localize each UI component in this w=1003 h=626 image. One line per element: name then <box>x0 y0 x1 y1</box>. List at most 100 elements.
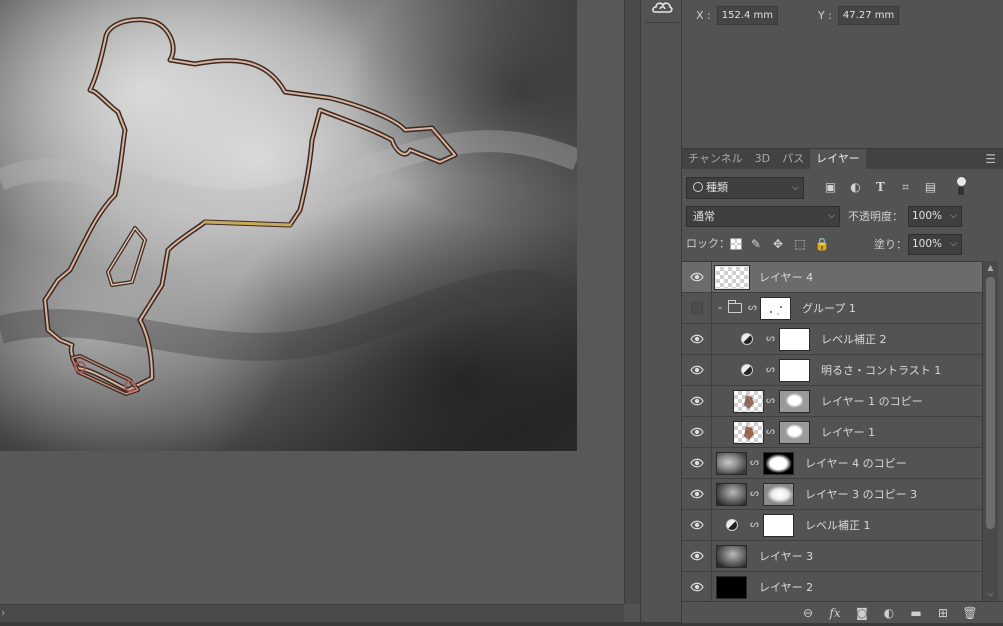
layer-row-levels-2[interactable]: ᔕ レベル補正 2 <box>682 324 982 355</box>
layer-row-layer-3-copy-3[interactable]: ᔕ レイヤー 3 のコピー 3 <box>682 479 982 510</box>
layers-scrollbar[interactable]: ▲ ⌵ <box>982 261 998 601</box>
add-mask-icon[interactable]: ◙ <box>853 605 871 621</box>
layer-row-group-1[interactable]: ⌄ ᔕ グループ 1 <box>682 293 982 324</box>
y-field[interactable]: 47.27 mm <box>837 6 900 25</box>
filter-toggle[interactable] <box>956 177 966 195</box>
row-divider <box>711 262 712 293</box>
scroll-down-icon[interactable]: ⌵ <box>985 589 996 599</box>
eye-icon[interactable] <box>690 271 704 283</box>
tab-paths[interactable]: パス <box>776 149 810 169</box>
eye-icon[interactable] <box>690 488 704 500</box>
eye-icon[interactable] <box>690 457 704 469</box>
layer-row-layer-4[interactable]: レイヤー 4 <box>682 262 982 293</box>
eye-icon[interactable] <box>690 333 704 345</box>
mask-thumbnail <box>779 421 810 444</box>
scroll-up-icon[interactable]: ▲ <box>985 263 996 273</box>
layers-panel: チャンネル 3D パス レイヤー ☰ 種類 ⌵ ▣ ◐ T ⌗ ▤ 通常 ⌵ 不… <box>682 148 1003 623</box>
fill-field[interactable]: 100% ⌵ <box>908 234 962 255</box>
layer-row-layer-4-copy[interactable]: ᔕ レイヤー 4 のコピー <box>682 448 982 479</box>
adjustment-filter-icon[interactable]: ◐ <box>847 179 864 196</box>
layer-name: レイヤー 4 <box>759 271 814 284</box>
layer-row-layer-1-copy[interactable]: ᔕ レイヤー 1 のコピー <box>682 386 982 417</box>
tab-channels[interactable]: チャンネル <box>682 149 749 169</box>
chevron-down-icon: ⌵ <box>950 239 957 249</box>
layers-footer: ⊖ fx ◙ ◐ ▬ ⊞ 🗑 <box>682 601 1003 623</box>
row-divider <box>711 324 712 355</box>
lock-icons: ✎ ✥ ⬚ 🔒 <box>730 236 830 252</box>
layer-thumbnail <box>714 265 750 290</box>
fill-value: 100% <box>912 238 943 250</box>
filter-kind-select[interactable]: 種類 ⌵ <box>686 177 804 199</box>
lock-transparency-icon[interactable] <box>730 238 742 250</box>
new-group-icon[interactable]: ▬ <box>907 605 925 621</box>
layer-name: レベル補正 2 <box>821 333 887 346</box>
row-divider <box>711 293 712 324</box>
layer-row-layer-3[interactable]: レイヤー 3 <box>682 541 982 572</box>
layer-row-brightness-contrast-1[interactable]: ᔕ 明るさ・コントラスト 1 <box>682 355 982 386</box>
eye-icon[interactable] <box>690 426 704 438</box>
chevron-down-icon[interactable]: ⌄ <box>715 301 725 313</box>
lock-position-icon[interactable]: ✥ <box>770 236 786 252</box>
adjustment-layer-icon <box>741 333 753 345</box>
document-canvas[interactable] <box>0 0 624 604</box>
layer-thumbnail <box>716 576 747 599</box>
footer-icons: ⊖ fx ◙ ◐ ▬ ⊞ 🗑 <box>799 605 979 621</box>
eye-icon[interactable] <box>690 519 704 531</box>
eye-icon[interactable] <box>690 581 704 593</box>
blend-mode-value: 通常 <box>693 210 715 223</box>
layer-name: レイヤー 3 <box>759 550 814 563</box>
canvas-horizontal-scrollbar[interactable]: › <box>0 604 624 622</box>
fx-icon[interactable]: fx <box>826 605 844 621</box>
filter-toggle-knob-icon <box>956 177 966 186</box>
tab-3d[interactable]: 3D <box>749 149 776 169</box>
opacity-label: 不透明度： <box>848 210 903 223</box>
x-field[interactable]: 152.4 mm <box>716 6 779 25</box>
artwork-svg <box>0 0 577 451</box>
lock-artboard-icon[interactable]: ⬚ <box>792 236 808 252</box>
scroll-left-icon[interactable]: › <box>1 606 5 619</box>
new-adjustment-icon[interactable]: ◐ <box>880 605 898 621</box>
link-chain-icon: ᔕ <box>766 364 775 375</box>
row-divider <box>711 510 712 541</box>
eye-icon[interactable] <box>690 395 704 407</box>
layers-list: レイヤー 4 ⌄ ᔕ グループ 1 ᔕ レベル補正 2 ᔕ 明るさ・コントラスト… <box>682 261 982 601</box>
blend-mode-select[interactable]: 通常 ⌵ <box>686 206 840 227</box>
new-layer-icon[interactable]: ⊞ <box>934 605 952 621</box>
layer-row-levels-1[interactable]: ᔕ レベル補正 1 <box>682 510 982 541</box>
type-filter-icon[interactable]: T <box>872 179 889 196</box>
trash-icon[interactable]: 🗑 <box>961 605 979 621</box>
mask-thumbnail <box>779 328 810 351</box>
link-layers-icon[interactable]: ⊖ <box>799 605 817 621</box>
shape-filter-icon[interactable]: ⌗ <box>897 179 914 196</box>
mask-thumbnail <box>779 359 810 382</box>
cloud-libraries-icon[interactable] <box>649 0 675 20</box>
mask-specks-icon <box>770 306 782 315</box>
tab-layers[interactable]: レイヤー <box>810 149 866 169</box>
pixel-filter-icon[interactable]: ▣ <box>822 179 839 196</box>
smart-object-filter-icon[interactable]: ▤ <box>922 179 939 196</box>
artwork-image[interactable] <box>0 0 577 451</box>
chevron-down-icon: ⌵ <box>828 211 835 221</box>
scroll-thumb[interactable] <box>986 277 995 529</box>
lock-pixels-icon[interactable]: ✎ <box>748 236 764 252</box>
mask-thumbnail <box>763 452 794 475</box>
hamburger-menu-icon[interactable]: ☰ <box>985 152 996 166</box>
group-mask-thumbnail <box>760 297 791 320</box>
layer-thumbnail <box>716 452 747 475</box>
canvas-vertical-scrollbar[interactable] <box>624 0 640 604</box>
eye-icon[interactable] <box>690 550 704 562</box>
lock-row: ロック： ✎ ✥ ⬚ 🔒 塗り： 100% ⌵ <box>686 234 998 255</box>
layer-row-layer-2[interactable]: レイヤー 2 <box>682 572 982 601</box>
opacity-field[interactable]: 100% ⌵ <box>908 206 962 227</box>
link-chain-icon: ᔕ <box>750 519 759 530</box>
panel-tabbar: チャンネル 3D パス レイヤー <box>682 149 1003 169</box>
layer-thumbnail <box>716 483 747 506</box>
eye-icon[interactable] <box>690 364 704 376</box>
visibility-off-box[interactable] <box>691 302 703 314</box>
layer-row-layer-1[interactable]: ᔕ レイヤー 1 <box>682 417 982 448</box>
layer-thumbnail <box>733 390 764 413</box>
layer-name: レイヤー 3 のコピー 3 <box>805 488 918 501</box>
lock-all-icon[interactable]: 🔒 <box>814 236 830 252</box>
link-chain-icon: ᔕ <box>766 395 775 406</box>
filter-icons: ▣ ◐ T ⌗ ▤ <box>822 179 939 196</box>
